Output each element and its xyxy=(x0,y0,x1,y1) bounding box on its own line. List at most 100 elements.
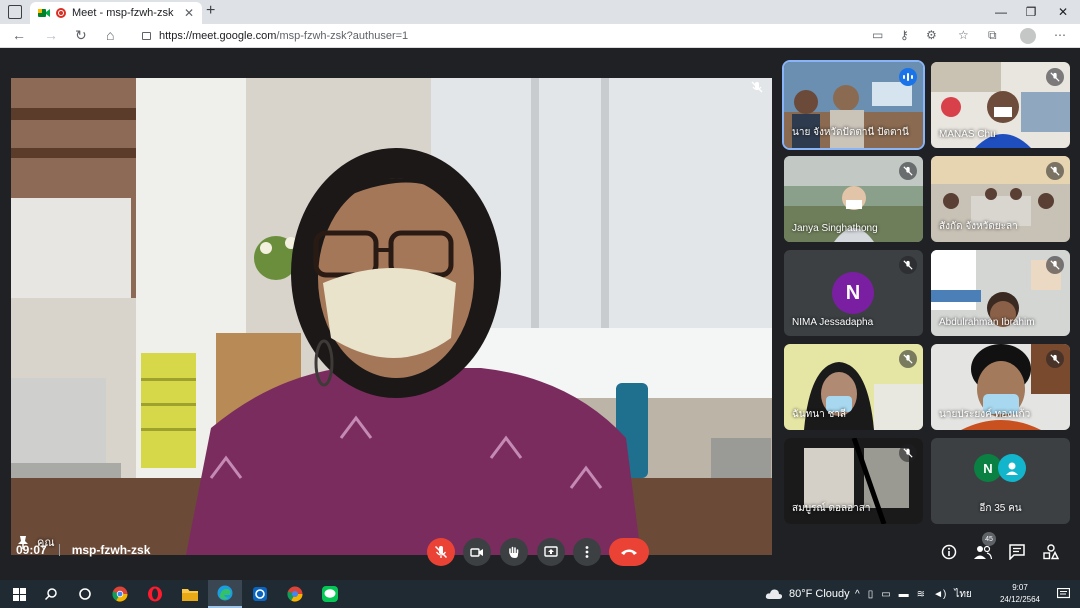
mic-off-icon xyxy=(434,545,448,559)
browser-toolbar: ← → ↻ ⌂ https://meet.google.com /msp-fzw… xyxy=(0,24,1080,48)
tray-usb-icon[interactable]: ▭ xyxy=(881,589,890,600)
line-icon[interactable] xyxy=(313,580,347,608)
language-indicator[interactable]: ไทย xyxy=(954,587,971,602)
chat-button[interactable] xyxy=(1006,541,1028,563)
tray-battery-icon[interactable]: ▬ xyxy=(899,589,909,600)
file-explorer-icon[interactable] xyxy=(173,580,207,608)
camera-button[interactable] xyxy=(463,538,491,566)
tray-app-icon[interactable]: ▯ xyxy=(868,589,874,600)
system-tray: ^ ▯ ▭ ▬ ≋ ◄) ไทย xyxy=(855,580,972,608)
main-video-mute-icon xyxy=(748,78,766,96)
new-tab-icon[interactable]: + xyxy=(206,2,215,20)
end-call-button[interactable] xyxy=(609,538,649,566)
tab-title: Meet - msp-fzwh-zsk xyxy=(72,7,174,19)
edge-icon[interactable] xyxy=(208,580,242,608)
meeting-details-button[interactable] xyxy=(938,541,960,563)
more-avatar-user-icon xyxy=(998,454,1026,482)
main-video[interactable]: คุณ xyxy=(11,78,772,555)
meeting-info: 09:07 msp-fzwh-zsk xyxy=(16,543,150,557)
address-bar[interactable]: https://meet.google.com /msp-fzwh-zsk?au… xyxy=(132,27,852,45)
participant-tile[interactable]: ฉันทนา ชาลี xyxy=(784,344,923,430)
collections-icon[interactable]: ⧉ xyxy=(988,28,997,43)
tracking-icon[interactable]: ⚙ xyxy=(926,28,937,42)
participant-name: NIMA Jessadapha xyxy=(792,317,874,328)
recording-icon xyxy=(56,8,66,18)
mute-icon xyxy=(1046,68,1064,86)
clock-time: 9:07 xyxy=(1012,583,1028,592)
search-icon[interactable] xyxy=(34,580,68,608)
favorite-icon[interactable]: ☆ xyxy=(958,28,969,42)
minimize-icon[interactable]: — xyxy=(984,0,1018,24)
opera-icon[interactable] xyxy=(138,580,172,608)
participant-tile[interactable]: Janya Singhathong xyxy=(784,156,923,242)
mic-button[interactable] xyxy=(427,538,455,566)
browser-tab-strip: Meet - msp-fzwh-zsk ✕ + — ❐ ✕ xyxy=(0,0,1080,24)
participant-count-badge: 45 xyxy=(982,532,996,546)
divider xyxy=(58,544,60,556)
maximize-icon[interactable]: ❐ xyxy=(1014,0,1048,24)
participant-name: สมบูรณ์ ดอลอาสา xyxy=(792,503,871,514)
meet-stage: คุณ นาย จังหวัดปัตตานี ปัตตานี MANAS Chu xyxy=(0,49,1080,580)
meeting-code[interactable]: msp-fzwh-zsk xyxy=(72,543,151,557)
participant-name: MANAS Chu xyxy=(939,129,996,140)
weather-text: 80°F Cloudy xyxy=(789,588,850,600)
participant-tile[interactable]: MANAS Chu xyxy=(931,62,1070,148)
more-participants-tile[interactable]: N อีก 35 คน xyxy=(931,438,1070,524)
present-button[interactable] xyxy=(537,538,565,566)
participant-tile[interactable]: N NIMA Jessadapha xyxy=(784,250,923,336)
more-options-button[interactable] xyxy=(573,538,601,566)
more-participants-label: อีก 35 คน xyxy=(979,503,1022,514)
clock-date: 24/12/2564 xyxy=(999,595,1041,604)
participant-name: Janya Singhathong xyxy=(792,223,878,234)
meet-favicon-icon xyxy=(38,9,50,17)
raise-hand-icon xyxy=(509,546,519,558)
participant-tile[interactable]: นาย จังหวัดปัตตานี ปัตตานี xyxy=(784,62,923,148)
participant-tile[interactable]: นายประยงค์ ทองแก้ว xyxy=(931,344,1070,430)
reload-icon[interactable]: ↻ xyxy=(75,27,87,44)
task-view-icon[interactable] xyxy=(68,580,102,608)
notifications-icon[interactable] xyxy=(1046,580,1080,608)
forward-icon[interactable]: → xyxy=(44,27,58,43)
key-icon[interactable]: ⚷ xyxy=(900,28,909,42)
chrome-icon[interactable] xyxy=(103,580,137,608)
main-video-frame xyxy=(11,78,772,555)
info-icon xyxy=(941,544,957,560)
app-icon[interactable] xyxy=(243,580,277,608)
people-icon xyxy=(974,545,992,560)
participant-name: นายประยงค์ ทองแก้ว xyxy=(939,409,1031,420)
participant-name: Abdulrahman Ibrahim xyxy=(939,317,1035,328)
weather-widget[interactable]: 80°F Cloudy xyxy=(765,580,850,608)
camera-in-use-icon[interactable]: ▭ xyxy=(872,28,883,42)
tab-close-icon[interactable]: ✕ xyxy=(184,6,194,20)
mute-icon xyxy=(1046,350,1064,368)
present-screen-icon xyxy=(544,546,558,557)
participant-tile[interactable]: สมบูรณ์ ดอลอาสา xyxy=(784,438,923,524)
lock-icon xyxy=(142,32,151,40)
back-icon[interactable]: ← xyxy=(12,27,26,43)
profile-avatar[interactable] xyxy=(1020,28,1036,44)
taskbar-clock[interactable]: 9:07 24/12/2564 xyxy=(992,582,1048,606)
chat-icon xyxy=(1009,544,1025,560)
tray-chevron-icon[interactable]: ^ xyxy=(855,589,860,600)
cloud-icon xyxy=(765,589,783,599)
mute-icon xyxy=(899,350,917,368)
volume-icon[interactable]: ◄) xyxy=(933,589,946,600)
window-close-icon[interactable]: ✕ xyxy=(1046,0,1080,24)
chrome-profile-icon[interactable] xyxy=(278,580,312,608)
tab-actions-icon[interactable] xyxy=(8,5,22,19)
tab-meet[interactable]: Meet - msp-fzwh-zsk ✕ xyxy=(30,2,202,24)
menu-icon[interactable]: ⋯ xyxy=(1054,28,1066,42)
raise-hand-button[interactable] xyxy=(500,538,528,566)
participant-name: สังกัด จังหวัดยะลา xyxy=(939,221,1018,232)
mute-icon xyxy=(899,256,917,274)
more-options-icon xyxy=(585,546,589,558)
home-icon[interactable]: ⌂ xyxy=(106,27,114,43)
participant-tile[interactable]: Abdulrahman Ibrahim xyxy=(931,250,1070,336)
activities-icon xyxy=(1043,544,1059,560)
wifi-icon[interactable]: ≋ xyxy=(917,589,925,600)
participant-tile[interactable]: สังกัด จังหวัดยะลา xyxy=(931,156,1070,242)
camera-icon xyxy=(470,548,483,557)
windows-start-icon[interactable] xyxy=(2,580,36,608)
activities-button[interactable] xyxy=(1040,541,1062,563)
participant-name: ฉันทนา ชาลี xyxy=(792,409,846,420)
